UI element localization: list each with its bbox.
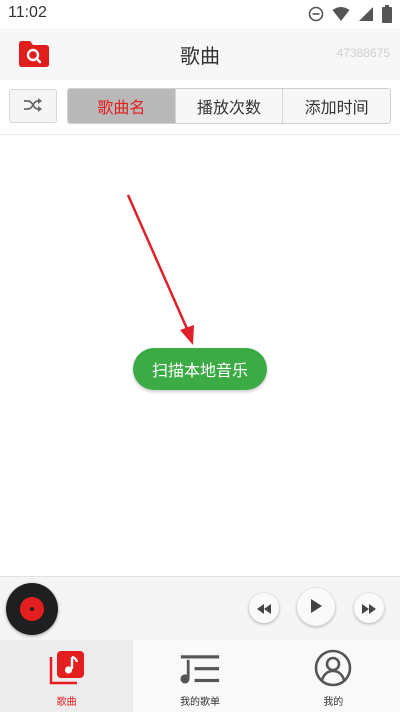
app-header: 歌曲 47388675: [0, 28, 400, 80]
sort-tab-play-count[interactable]: 播放次数: [174, 89, 283, 123]
status-time: 11:02: [8, 4, 47, 21]
scan-local-music-button[interactable]: 扫描本地音乐: [133, 348, 267, 390]
user-icon: [313, 649, 353, 687]
play-button[interactable]: [297, 588, 335, 626]
nav-tab-me[interactable]: 我的: [267, 640, 400, 712]
status-icons: [308, 5, 392, 27]
nav-tab-playlists[interactable]: 我的歌单: [133, 640, 266, 712]
sort-segmented-control: 歌曲名 播放次数 添加时间: [67, 88, 391, 124]
wifi-icon: [332, 6, 350, 26]
previous-button[interactable]: [249, 593, 279, 623]
signal-icon: [358, 6, 374, 26]
music-note-icon: [47, 649, 87, 687]
nav-tab-songs-label: 歌曲: [56, 697, 77, 708]
sort-toolbar: 歌曲名 播放次数 添加时间: [0, 80, 400, 135]
disc-hole: [30, 607, 34, 611]
do-not-disturb-icon: [308, 6, 324, 26]
fast-forward-icon: [362, 599, 376, 618]
nav-tab-me-label: 我的: [323, 697, 344, 708]
mini-player: [0, 576, 400, 640]
sort-tab-name[interactable]: 歌曲名: [68, 89, 175, 123]
bottom-nav: 歌曲 我的歌单 我的: [0, 640, 400, 712]
playlist-icon: [180, 649, 220, 687]
battery-icon: [382, 5, 392, 27]
shuffle-icon: [23, 97, 43, 116]
status-bar: 11:02: [0, 0, 400, 28]
header-id-text: 47388675: [336, 46, 390, 60]
rewind-icon: [257, 599, 271, 618]
next-button[interactable]: [354, 593, 384, 623]
sort-tab-added-time[interactable]: 添加时间: [282, 89, 390, 123]
nav-tab-songs[interactable]: 歌曲: [0, 640, 134, 712]
nav-tab-playlists-label: 我的歌单: [179, 697, 220, 708]
play-icon: [310, 598, 322, 617]
album-disc-icon[interactable]: [6, 583, 58, 635]
shuffle-button[interactable]: [9, 89, 57, 123]
